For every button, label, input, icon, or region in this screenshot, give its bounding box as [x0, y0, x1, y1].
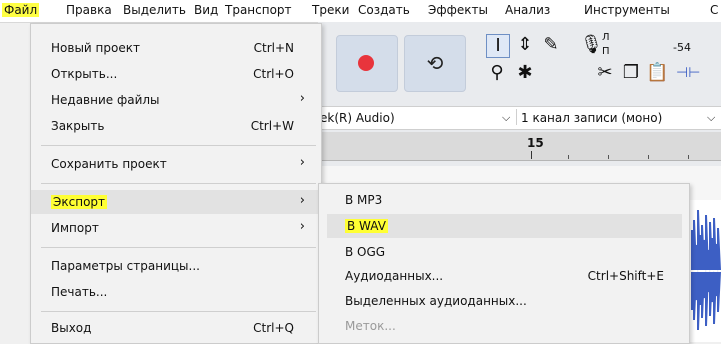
menu-transport[interactable]: Транспорт — [225, 3, 292, 17]
chevron-right-icon: › — [299, 219, 305, 234]
multi-tool-icon[interactable]: ✱ — [514, 62, 536, 84]
menu-item-label: Закрыть — [51, 119, 105, 133]
file-menu: Новый проект Ctrl+N Открыть... Ctrl+O Не… — [30, 23, 322, 344]
export-submenu: В MP3 В WAV В OGG Аудиоданных... Ctrl+Sh… — [318, 183, 690, 344]
chevron-right-icon: › — [299, 91, 305, 106]
menu-item-shortcut: Ctrl+Shift+E — [587, 269, 664, 283]
meter-l-label: Л — [602, 32, 610, 43]
loop-icon: ⟲ — [426, 51, 444, 75]
menu-item-shortcut: Ctrl+O — [253, 67, 294, 81]
menu-separator — [41, 247, 316, 248]
minor-tick — [688, 155, 689, 159]
timeline-ruler[interactable]: 15 — [318, 132, 721, 161]
channels-select[interactable]: 1 канал записи (моно) — [521, 111, 662, 125]
selection-tool-icon[interactable]: I — [486, 34, 510, 58]
major-tick — [531, 151, 532, 159]
menu-item-label: В OGG — [345, 245, 386, 259]
menu-item-label: Сохранить проект — [51, 157, 167, 171]
menu-generate[interactable]: Создать — [358, 3, 410, 17]
menu-item-shortcut: Ctrl+Q — [253, 321, 294, 335]
menu-item-label: Меток... — [345, 319, 396, 333]
menu-tools[interactable]: Инструменты — [584, 3, 670, 17]
menu-item-label: Открыть... — [51, 67, 118, 81]
menu-item-label: Импорт — [51, 221, 99, 235]
menu-item-label: Аудиоданных... — [345, 269, 444, 283]
record-button[interactable] — [336, 35, 398, 92]
record-icon — [358, 55, 374, 71]
chevron-right-icon: › — [299, 155, 305, 170]
menu-effects[interactable]: Эффекты — [428, 3, 488, 17]
submenu-item-labels[interactable]: Меток... — [327, 314, 682, 338]
draw-tool-icon[interactable]: ✎ — [540, 34, 562, 56]
menu-item-save-project[interactable]: Сохранить проект › — [31, 152, 321, 176]
submenu-item-wav[interactable]: В WAV — [327, 214, 682, 238]
menu-item-exit[interactable]: Выход Ctrl+Q — [31, 316, 321, 340]
input-device-select[interactable]: ek(R) Audio) — [320, 111, 395, 125]
menu-item-print[interactable]: Печать... — [31, 280, 321, 304]
menu-tracks[interactable]: Треки — [312, 3, 349, 17]
menu-help[interactable]: С — [710, 3, 718, 17]
submenu-item-audio[interactable]: Аудиоданных... Ctrl+Shift+E — [327, 264, 682, 288]
menu-item-label: Новый проект — [51, 41, 140, 55]
zoom-tool-icon[interactable]: ⚲ — [486, 62, 508, 84]
menu-item-recent-files[interactable]: Недавние файлы › — [31, 88, 321, 112]
submenu-item-selected-audio[interactable]: Выделенных аудиоданных... — [327, 289, 682, 313]
minor-tick — [568, 155, 569, 159]
loop-button[interactable]: ⟲ — [404, 35, 466, 92]
menu-item-close[interactable]: Закрыть Ctrl+W — [31, 114, 321, 138]
menu-separator — [41, 311, 316, 312]
menu-bar: Файл Правка Выделить Вид Транспорт Треки… — [0, 0, 721, 23]
menu-item-shortcut: Ctrl+W — [250, 119, 294, 133]
menu-item-open[interactable]: Открыть... Ctrl+O — [31, 62, 321, 86]
cut-icon[interactable]: ✂ — [594, 62, 616, 84]
menu-analyze[interactable]: Анализ — [505, 3, 550, 17]
menu-item-shortcut: Ctrl+N — [253, 41, 294, 55]
menu-view[interactable]: Вид — [194, 3, 218, 17]
meter-r-label: П — [602, 46, 610, 57]
menu-separator — [41, 183, 316, 184]
menu-select[interactable]: Выделить — [123, 3, 186, 17]
copy-icon[interactable]: ❐ — [620, 62, 642, 84]
submenu-item-mp3[interactable]: В MP3 — [327, 188, 682, 212]
menu-item-label: Выделенных аудиоданных... — [345, 294, 527, 308]
paste-icon[interactable]: 📋 — [646, 62, 668, 84]
envelope-tool-icon[interactable]: ⇕ — [514, 34, 536, 56]
menu-item-import[interactable]: Импорт › — [31, 216, 321, 240]
minor-tick — [648, 155, 649, 159]
divider — [516, 109, 517, 125]
submenu-item-ogg[interactable]: В OGG — [327, 240, 682, 264]
menu-item-label: Параметры страницы... — [51, 259, 200, 273]
trim-icon[interactable]: ⊣⊢ — [676, 62, 700, 84]
microphone-icon[interactable]: 🎙 — [580, 34, 603, 56]
menu-edit[interactable]: Правка — [66, 3, 112, 17]
menu-item-label: Экспорт — [51, 195, 108, 209]
menu-file[interactable]: Файл — [2, 3, 40, 17]
menu-item-label: Недавние файлы — [51, 93, 160, 107]
timeline-marker: 15 — [527, 136, 544, 150]
meter-level: -54 — [673, 41, 691, 54]
menu-item-label: В WAV — [345, 219, 388, 233]
waveform — [690, 200, 721, 342]
chevron-right-icon: › — [299, 193, 305, 208]
menu-item-new-project[interactable]: Новый проект Ctrl+N — [31, 36, 321, 60]
menu-item-page-setup[interactable]: Параметры страницы... — [31, 254, 321, 278]
menu-item-label: Выход — [51, 321, 92, 335]
chevron-down-icon[interactable]: ⌵ — [502, 111, 510, 125]
menu-item-label: В MP3 — [345, 193, 383, 207]
minor-tick — [608, 155, 609, 159]
menu-item-label: Печать... — [51, 285, 108, 299]
device-toolbar: ek(R) Audio) ⌵ 1 канал записи (моно) ⌵ — [318, 106, 721, 130]
chevron-down-icon[interactable]: ⌵ — [707, 111, 715, 125]
menu-separator — [41, 145, 316, 146]
menu-item-export[interactable]: Экспорт › — [31, 190, 321, 214]
